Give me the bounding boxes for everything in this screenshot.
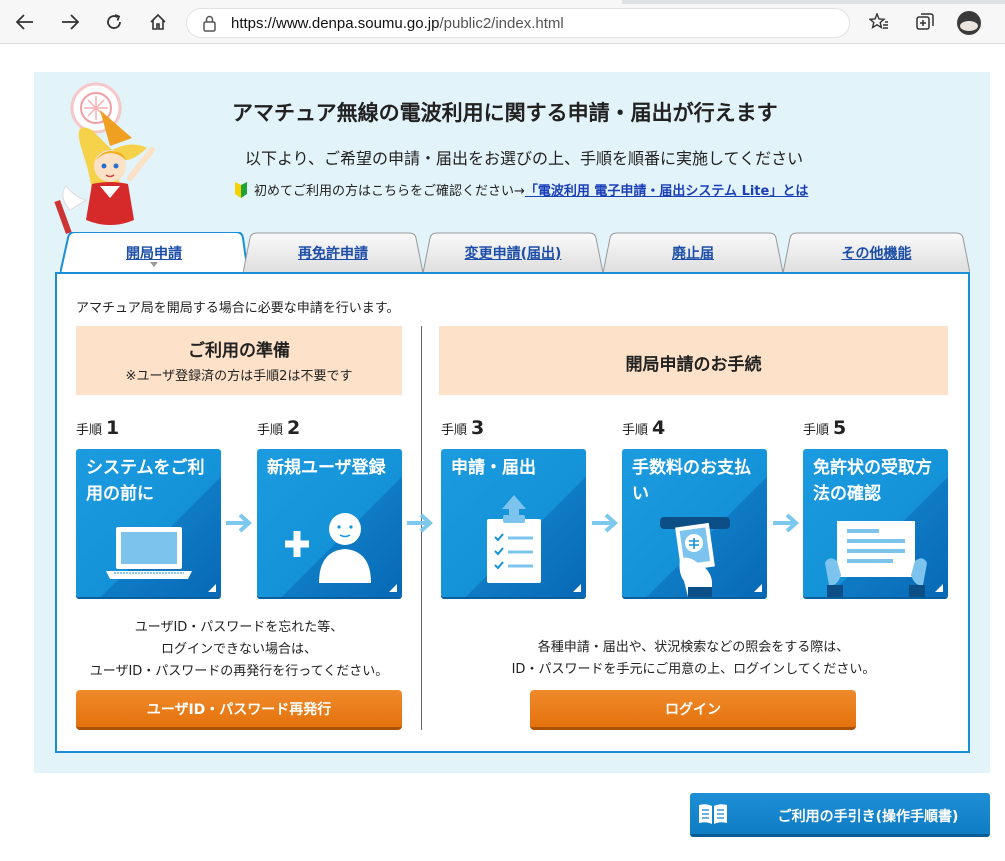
card-corner-mark: [208, 584, 216, 592]
beginner-mark-icon: [235, 181, 247, 198]
card-corner-mark: [573, 584, 581, 592]
preparation-note: ※ユーザ登録済の方は手順2は不要です: [125, 369, 353, 384]
step-number: 2: [287, 417, 301, 439]
login-help-text: 各種申請・届出や、状況検索などの照会をする際は、 ID・パスワードを手元にご用意…: [439, 637, 948, 681]
atm-payment-icon: [660, 517, 730, 597]
help-line: ユーザID・パスワードを忘れた等、: [134, 620, 344, 635]
procedure-header: 開局申請のお手続: [439, 326, 948, 395]
first-time-text: 初めてご利用の方はこちらをご確認ください→: [254, 184, 525, 199]
step-arrow-icon: [773, 513, 800, 533]
step-card-application[interactable]: 申請・届出: [441, 449, 586, 597]
page-title: アマチュア無線の電波利用に関する申請・届出が行えます: [232, 101, 778, 125]
step-number: 3: [471, 417, 485, 439]
step-card-title: 申請・届出: [451, 458, 536, 478]
step-number: 4: [652, 417, 666, 439]
system-lite-link[interactable]: 「電波利用 電子申請・届出システム Lite」とは: [525, 180, 808, 199]
reload-icon[interactable]: [102, 10, 126, 34]
login-button[interactable]: ログイン: [530, 690, 856, 730]
card-corner-mark: [935, 584, 943, 592]
help-line: 各種申請・届出や、状況検索などの照会をする際は、: [537, 640, 850, 655]
back-icon[interactable]: [13, 10, 37, 34]
url-domain: https://www.denpa.soumu.go.jp: [231, 15, 440, 32]
tab-label: 廃止届: [672, 245, 714, 262]
first-time-notice: 初めてご利用の方はこちらをご確認ください→ 「電波利用 電子申請・届出システム …: [234, 180, 808, 199]
step-card-title: システムをご利用の前に: [86, 458, 205, 504]
collections-icon[interactable]: [913, 10, 937, 34]
caret-down-icon: [150, 262, 158, 267]
step-label-1: 手順 1: [76, 417, 119, 439]
step-label-2: 手順 2: [257, 417, 300, 439]
preparation-header: ご利用の準備 ※ユーザ登録済の方は手順2は不要です: [76, 326, 402, 395]
forward-icon[interactable]: [58, 10, 82, 34]
add-user-icon: [285, 513, 371, 583]
step-card-title: 手数料のお支払い: [632, 458, 751, 504]
favorites-icon[interactable]: [867, 10, 891, 34]
card-corner-mark: [389, 584, 397, 592]
step-number: 5: [833, 417, 847, 439]
tab-abolition[interactable]: 廃止届: [603, 232, 783, 273]
user-guide-label: ご利用の手引き(操作手順書): [777, 809, 959, 825]
lock-icon[interactable]: [203, 15, 216, 32]
user-guide-button[interactable]: ご利用の手引き(操作手順書): [690, 793, 990, 837]
tab-label: 再免許申請: [298, 245, 368, 262]
step-label-4: 手順 4: [622, 417, 665, 439]
reissue-help-text: ユーザID・パスワードを忘れた等、 ログインできない場合は、 ユーザID・パスワ…: [76, 617, 402, 683]
home-icon[interactable]: [146, 10, 170, 34]
step-card-license-receipt[interactable]: 免許状の受取方法の確認: [803, 449, 948, 597]
tab-relicense[interactable]: 再免許申請: [243, 232, 423, 273]
reissue-password-button[interactable]: ユーザID・パスワード再発行: [76, 690, 402, 730]
step-word: 手順: [441, 423, 468, 438]
book-icon: [699, 804, 727, 824]
step-label-5: 手順 5: [803, 417, 846, 439]
address-bar[interactable]: https://www.denpa.soumu.go.jp/public2/in…: [186, 8, 850, 38]
step-word: 手順: [622, 423, 649, 438]
step-word: 手順: [803, 423, 830, 438]
step-arrow-icon: [407, 513, 434, 533]
tab-label: その他機能: [841, 245, 912, 262]
mascot-character-image: [54, 82, 155, 235]
page-subtitle: 以下より、ご希望の申請・届出をお選びの上、手順を順番に実施してください: [245, 149, 804, 168]
license-certificate-icon: [825, 521, 927, 597]
tab-strip: [0, 0, 1005, 4]
preparation-title: ご利用の準備: [188, 341, 290, 361]
help-line: ログインできない場合は、: [160, 642, 317, 657]
laptop-icon: [106, 527, 192, 579]
step-arrow-icon: [592, 513, 619, 533]
tab-label: 変更申請(届出): [464, 245, 562, 262]
step-card-title: 免許状の受取方法の確認: [813, 458, 932, 504]
step-label-3: 手順 3: [441, 417, 484, 439]
step-word: 手順: [76, 423, 103, 438]
step-arrow-icon: [226, 513, 253, 533]
card-corner-mark: [754, 584, 762, 592]
step-card-title: 新規ユーザ登録: [267, 458, 386, 478]
step-number: 1: [106, 417, 120, 439]
tab-other-functions[interactable]: その他機能: [783, 232, 970, 273]
step-card-before-use[interactable]: システムをご利用の前に: [76, 449, 221, 597]
profile-avatar[interactable]: [957, 11, 981, 35]
tab-label: 開局申請: [126, 245, 182, 262]
step-card-payment[interactable]: 手数料のお支払い: [622, 449, 767, 597]
help-line: ユーザID・パスワードの再発行を行ってください。: [89, 664, 389, 679]
panel-intro: アマチュア局を開局する場合に必要な申請を行います。: [76, 301, 400, 316]
checklist-upload-icon: [487, 495, 541, 583]
step-word: 手順: [257, 423, 284, 438]
tab-open-station[interactable]: 開局申請: [60, 232, 248, 274]
procedure-title: 開局申請のお手続: [625, 355, 762, 375]
tab-change-application[interactable]: 変更申請(届出): [423, 232, 603, 273]
url-text[interactable]: https://www.denpa.soumu.go.jp/public2/in…: [231, 15, 564, 32]
step-card-new-user[interactable]: 新規ユーザ登録: [257, 449, 402, 597]
browser-toolbar: https://www.denpa.soumu.go.jp/public2/in…: [0, 0, 1005, 44]
help-line: ID・パスワードを手元にご用意の上、ログインしてください。: [511, 662, 876, 677]
url-path: /public2/index.html: [439, 15, 564, 32]
